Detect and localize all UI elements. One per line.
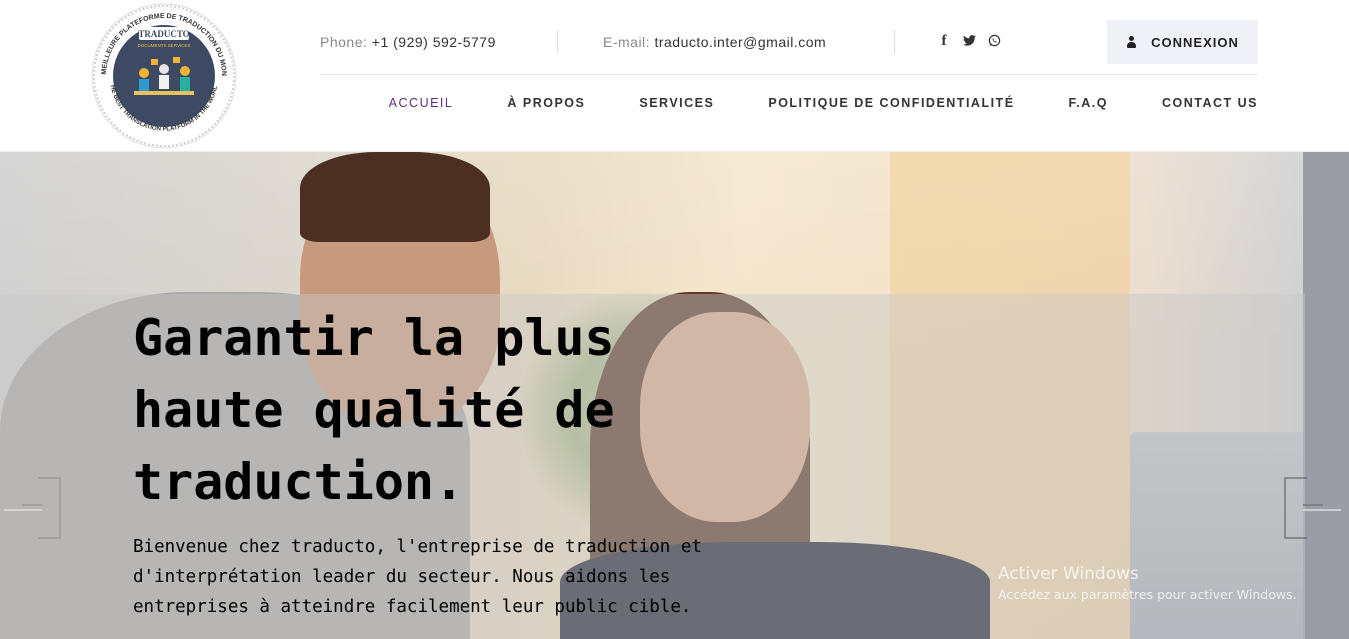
whatsapp-icon[interactable] [987, 34, 1001, 50]
email-label: E-mail: [603, 34, 651, 50]
watermark-title: Activer Windows [998, 564, 1139, 584]
hero-description: Bienvenue chez traducto, l'entreprise de… [133, 537, 702, 617]
logo-brand: TRADUCTO [138, 29, 189, 39]
traducto-logo[interactable]: LA MEILLEURE PLATEFORME DE TRADUCTION DU… [89, 3, 239, 149]
slider-prev-arrow-icon[interactable] [4, 477, 62, 539]
login-button[interactable]: CONNEXION [1107, 20, 1258, 64]
divider [557, 30, 558, 54]
nav-a-propos[interactable]: À PROPOS [507, 96, 585, 110]
nav-services[interactable]: SERVICES [639, 96, 714, 110]
nav-accueil[interactable]: ACCUEIL [389, 96, 454, 110]
main-nav: ACCUEIL À PROPOS SERVICES POLITIQUE DE C… [389, 96, 1258, 110]
windows-activation-watermark: Activer Windows Accédez aux paramètres p… [998, 564, 1297, 602]
facebook-icon[interactable]: f [937, 33, 951, 50]
twitter-icon[interactable] [962, 34, 976, 49]
header-divider [320, 74, 1258, 75]
divider [894, 30, 895, 54]
login-label: CONNEXION [1151, 34, 1239, 50]
nav-contact-us[interactable]: CONTACT US [1162, 96, 1258, 110]
social-links: f [937, 33, 1001, 50]
user-icon [1126, 36, 1137, 48]
nav-faq[interactable]: F.A.Q [1069, 96, 1108, 110]
hero-title: Garantir la plus haute qualité de traduc… [133, 309, 615, 511]
logo-tagline: DOCUMENTS SERVICES [138, 43, 191, 48]
contact-bar: Phone: +1 (929) 592-5779 E-mail: traduct… [320, 20, 1258, 64]
hero-photo-pillar [1303, 152, 1349, 639]
phone-label: Phone: [320, 34, 368, 50]
site-header: LA MEILLEURE PLATEFORME DE TRADUCTION DU… [0, 0, 1349, 152]
email-address[interactable]: traducto.inter@gmail.com [654, 34, 826, 50]
nav-politique-confidentialite[interactable]: POLITIQUE DE CONFIDENTIALITÉ [768, 96, 1014, 110]
hero-slider: Garantir la plus haute qualité de traduc… [0, 152, 1349, 639]
hero-photo-man-hair [300, 152, 490, 242]
slider-next-arrow-icon[interactable] [1283, 477, 1341, 539]
phone-info: Phone: +1 (929) 592-5779 [320, 34, 496, 50]
phone-number[interactable]: +1 (929) 592-5779 [372, 34, 496, 50]
watermark-subtitle: Accédez aux paramètres pour activer Wind… [998, 587, 1297, 602]
email-info: E-mail: traducto.inter@gmail.com [603, 34, 826, 50]
